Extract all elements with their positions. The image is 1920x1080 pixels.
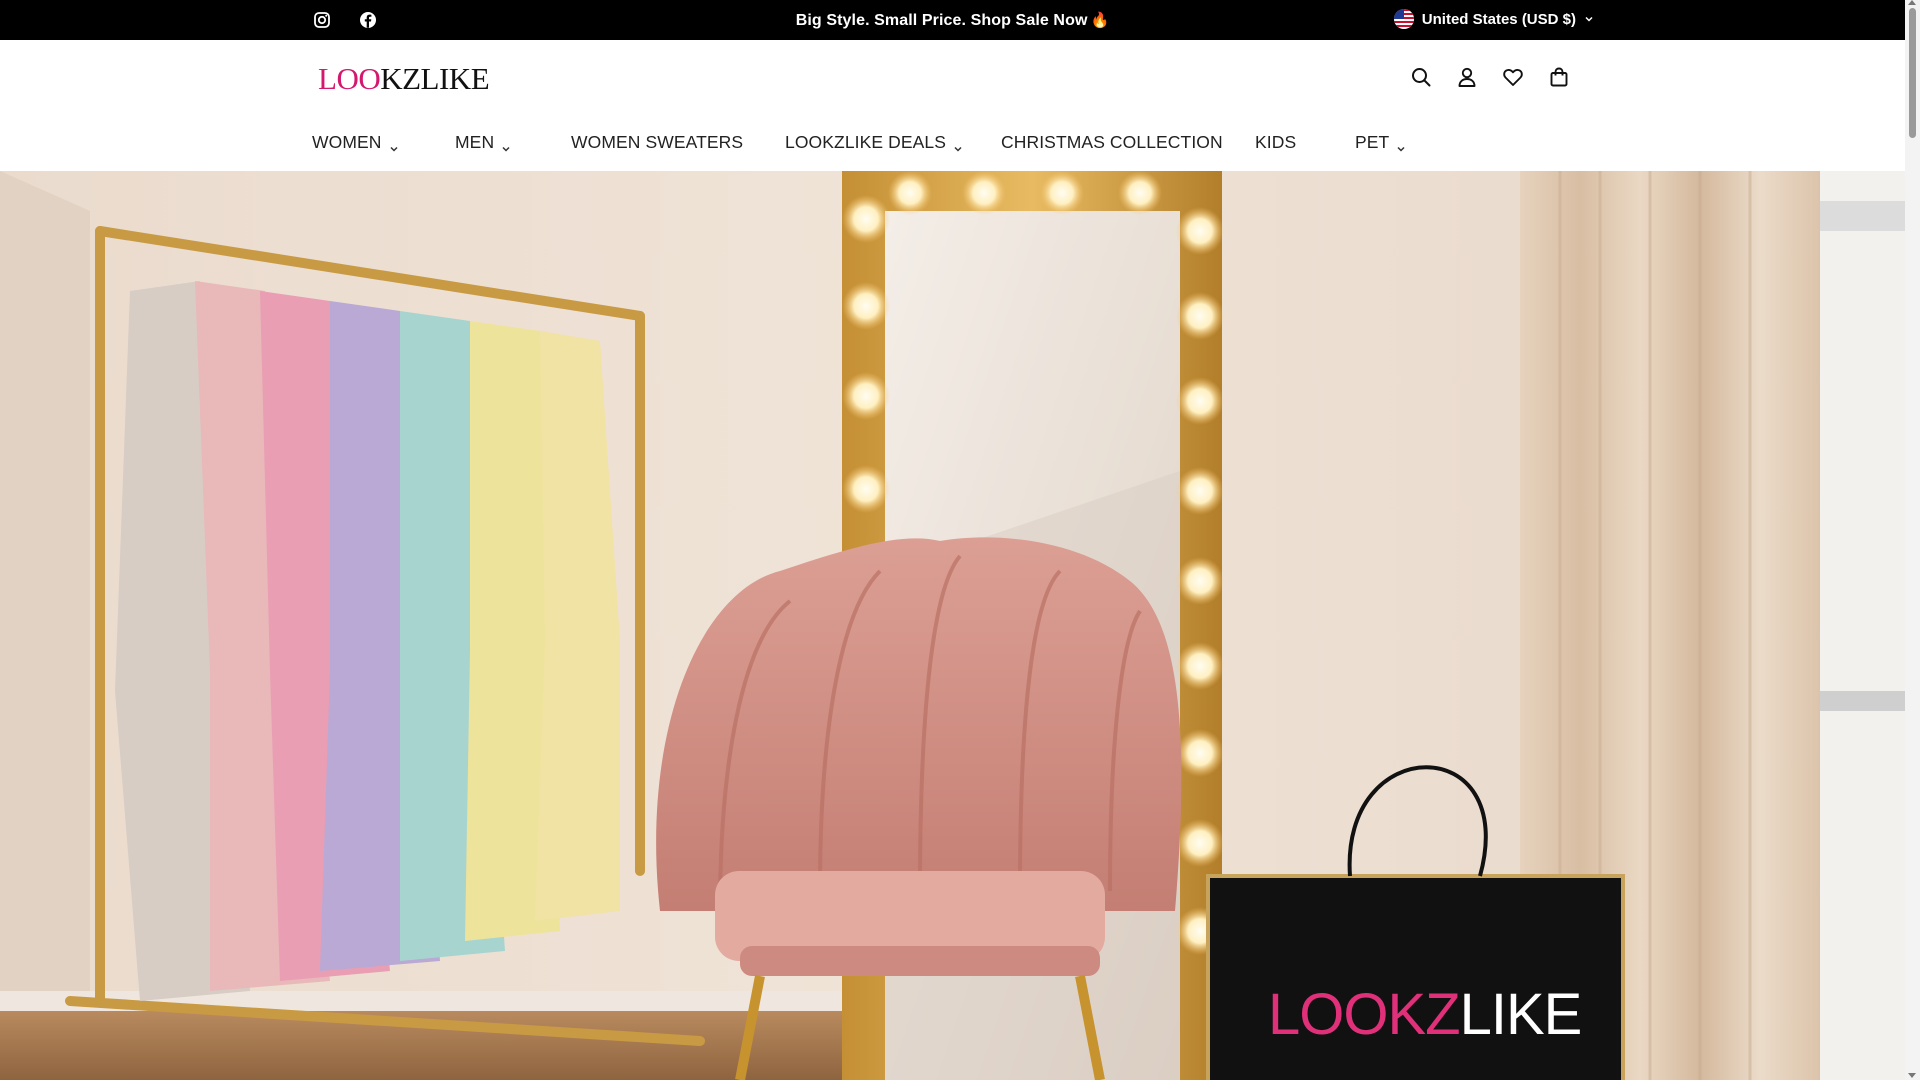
chevron-down-icon <box>389 138 399 152</box>
hero-image <box>0 171 1905 1080</box>
nav-item-lookzlike-deals[interactable]: LOOKZLIKE DEALS <box>785 132 1001 153</box>
page-scrollbar[interactable] <box>1905 0 1920 1080</box>
us-flag-icon <box>1393 9 1414 29</box>
logo-letter-l: L <box>318 61 337 96</box>
chevron-down-icon <box>1584 11 1594 28</box>
nav-item-christmas-collection[interactable]: CHRISTMAS COLLECTION <box>1001 132 1255 153</box>
nav-item-pet[interactable]: PET <box>1355 132 1406 153</box>
nav-item-label: WOMEN SWEATERS <box>571 132 744 152</box>
nav-item-label: MEN <box>455 132 495 152</box>
header-actions <box>1410 66 1570 88</box>
chevron-down-icon <box>953 138 963 152</box>
scroll-up-icon[interactable] <box>1908 0 1916 5</box>
fire-icon: 🔥 <box>1090 12 1110 29</box>
site-header: L OO KZLIKE WOMEN MEN WOMEN SWEATERS LOOKZ… <box>0 40 1905 171</box>
wishlist-icon[interactable] <box>1502 66 1524 88</box>
main-navigation: WOMEN MEN WOMEN SWEATERS LOOKZLIKE DEALS… <box>312 132 1406 153</box>
scrollbar-thumb[interactable] <box>1909 8 1916 138</box>
nav-item-label: PET <box>1355 132 1390 152</box>
nav-item-women[interactable]: WOMEN <box>312 132 455 153</box>
nav-item-label: LOOKZLIKE DEALS <box>785 132 947 152</box>
nav-item-label: WOMEN <box>312 132 382 152</box>
cart-icon[interactable] <box>1548 66 1570 88</box>
nav-item-label: KIDS <box>1255 132 1297 152</box>
announcement-text[interactable]: Big Style. Small Price. Shop Sale Now 🔥 <box>0 11 1905 30</box>
hero-banner[interactable]: LOOKZLIKE <box>0 171 1905 1080</box>
nav-item-kids[interactable]: KIDS <box>1255 132 1355 153</box>
bag-logo-lookz: LOOKZ <box>1268 982 1461 1047</box>
account-icon[interactable] <box>1456 66 1478 88</box>
brand-logo[interactable]: L OO KZLIKE <box>318 61 490 97</box>
nav-item-men[interactable]: MEN <box>455 132 571 153</box>
chevron-down-icon <box>501 138 511 152</box>
nav-item-women-sweaters[interactable]: WOMEN SWEATERS <box>571 132 785 153</box>
announcement-bar: Big Style. Small Price. Shop Sale Now 🔥 U… <box>0 0 1905 40</box>
chevron-down-icon <box>1396 138 1406 152</box>
search-icon[interactable] <box>1410 66 1432 88</box>
bag-logo-like: LIKE <box>1459 982 1583 1047</box>
locale-selector[interactable]: United States (USD $) <box>1393 9 1594 29</box>
announcement-label: Big Style. Small Price. Shop Sale Now <box>795 12 1088 29</box>
logo-letters-oo: OO <box>336 61 381 96</box>
nav-item-label: CHRISTMAS COLLECTION <box>1001 132 1223 152</box>
locale-label: United States (USD $) <box>1421 10 1576 28</box>
logo-letters-kzlike: KZLIKE <box>380 61 490 96</box>
scroll-down-icon[interactable] <box>1908 1073 1916 1078</box>
bag-logo: LOOKZLIKE <box>1268 986 1582 1044</box>
